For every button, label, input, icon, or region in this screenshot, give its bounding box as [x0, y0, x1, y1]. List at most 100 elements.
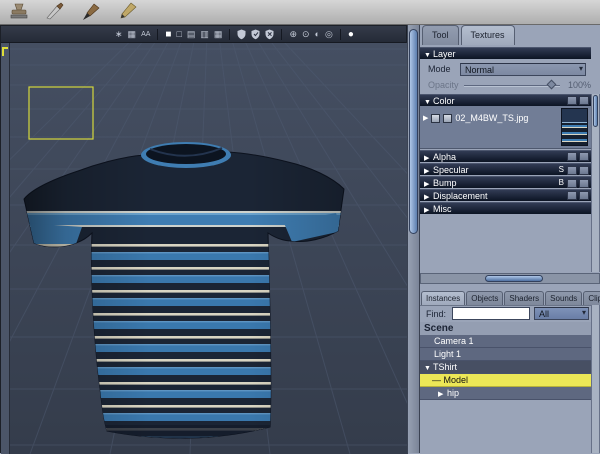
tab-instances[interactable]: Instances [421, 291, 466, 305]
asterisk-icon[interactable]: ∗ [115, 26, 123, 43]
brush-icon [83, 3, 100, 20]
tab-objects[interactable]: Objects [466, 291, 504, 305]
scene-tree-title: Scene [420, 322, 591, 335]
thumbnail-top [562, 109, 587, 124]
collapse-triangle-icon[interactable]: ▶ [424, 205, 433, 217]
selection-corner-marker [2, 47, 8, 56]
orbit-ring-icon[interactable]: ◎ [325, 26, 333, 43]
blend-mode-value: Normal [465, 65, 495, 75]
channel-load-button[interactable] [567, 152, 577, 161]
collapse-triangle-icon[interactable]: ▼ [424, 50, 433, 62]
filter-dropdown[interactable]: All ▾ [534, 307, 589, 320]
chevron-down-icon: ▾ [581, 308, 586, 317]
misc-channel-header[interactable]: ▶ Misc [420, 202, 591, 214]
tshirt-item-label: TShirt [433, 362, 458, 372]
tree-branch-icon: — [432, 375, 441, 385]
tab-shaders[interactable]: Shaders [504, 291, 545, 305]
displacement-channel-header[interactable]: ▶ Displacement [420, 189, 591, 201]
displacement-channel-title: Displacement [433, 191, 488, 201]
viewport-vertical-scrollbar[interactable] [407, 25, 420, 453]
brush-tool-button[interactable] [78, 2, 104, 22]
opacity-slider-track[interactable] [464, 85, 560, 87]
channel-options-button[interactable] [579, 178, 589, 188]
toolbar-separator [281, 28, 283, 40]
toolbar-separator [229, 28, 231, 40]
shield-icon[interactable] [237, 29, 246, 40]
alpha-channel-header[interactable]: ▶ Alpha [420, 150, 591, 162]
blend-mode-row: Mode Normal ▾ [420, 62, 600, 76]
tab-clips[interactable]: Clips [583, 291, 600, 305]
pen-tool-button[interactable] [114, 2, 140, 22]
tab-sounds[interactable]: Sounds [545, 291, 583, 305]
specular-channel-header[interactable]: ▶ Specular S [420, 163, 591, 175]
misc-channel-title: Misc [433, 204, 452, 214]
channel-load-button[interactable] [567, 165, 577, 175]
stamp-tool-button[interactable] [6, 2, 32, 22]
display-solid-icon[interactable]: ■ [165, 26, 171, 43]
texture-thumbnail[interactable] [561, 108, 588, 146]
channel-options-button[interactable] [579, 152, 589, 161]
panel-horizontal-scrollbar[interactable] [420, 273, 600, 284]
channel-options-button[interactable] [579, 96, 589, 105]
display-grid-icon[interactable]: ▦ [214, 26, 223, 43]
shield-x-icon[interactable] [265, 29, 274, 40]
color-channel-body: ▶ 02_M4BW_TS.jpg [420, 106, 591, 149]
tab-tool[interactable]: Tool [422, 25, 459, 45]
channel-load-button[interactable] [567, 191, 577, 200]
blend-mode-dropdown[interactable]: Normal ▾ [460, 63, 586, 76]
channel-options-button[interactable] [579, 191, 589, 200]
scrollbar-thumb[interactable] [485, 275, 543, 282]
orbit-dot-icon[interactable]: ⊙ [302, 26, 310, 43]
scene-item-model[interactable]: — Model [420, 374, 591, 387]
scene-item-light[interactable]: Light 1 [420, 348, 591, 361]
display-vlines-icon[interactable]: ▥ [200, 26, 209, 43]
stamp-icon [10, 3, 28, 19]
bottom-panel-tabs: Instances Objects Shaders Sounds Clips [421, 291, 600, 305]
texture-image-icon [443, 113, 453, 123]
antialias-icon[interactable]: AA [141, 26, 150, 43]
light-item-label: Light 1 [434, 349, 462, 359]
opacity-value: 100% [568, 80, 592, 90]
opacity-slider-thumb[interactable] [546, 79, 557, 90]
shield-check-icon[interactable] [251, 29, 260, 40]
color-channel-header[interactable]: ▼ Color [420, 94, 591, 106]
pen-icon [120, 2, 137, 19]
opacity-row: Opacity 100% [420, 78, 600, 92]
channel-load-button[interactable] [567, 178, 577, 188]
right-panel: Tool Textures ▼ Layer Mode Normal ▾ Opaci… [420, 25, 600, 453]
scrollbar-thumb[interactable] [593, 95, 598, 127]
light-icon[interactable]: ● [348, 26, 354, 43]
specular-badge: S [558, 165, 564, 174]
knife-icon [46, 2, 64, 20]
knife-tool-button[interactable] [42, 2, 68, 22]
model-item-label: Model [443, 375, 469, 385]
scrollbar-thumb[interactable] [409, 29, 418, 234]
toolbar-separator [339, 28, 341, 40]
scene-tree-scrollbar[interactable] [591, 305, 600, 453]
bump-channel-header[interactable]: ▶ Bump B [420, 176, 591, 188]
texture-row[interactable]: ▶ 02_M4BW_TS.jpg [423, 113, 528, 123]
grid-icon[interactable]: ▦ [128, 26, 137, 43]
viewport-toolbar: ∗ ▦ AA ■ □ ▤ ▥ ▦ ⊕ ⊙ ◐ ◎ ● [1, 26, 406, 43]
opacity-label: Opacity [428, 80, 459, 90]
channels-scrollbar[interactable] [591, 94, 600, 272]
channel-options-button[interactable] [579, 165, 589, 175]
layer-section-header[interactable]: ▼ Layer [420, 47, 591, 59]
scene-item-camera[interactable]: Camera 1 [420, 335, 591, 348]
collar-opening [146, 144, 226, 164]
orbit-half-icon[interactable]: ◐ [315, 26, 320, 43]
tab-textures[interactable]: Textures [460, 25, 515, 45]
find-input[interactable] [452, 307, 530, 320]
display-wire-icon[interactable]: □ [176, 26, 181, 43]
expand-triangle-icon[interactable]: ▶ [438, 388, 447, 401]
expand-triangle-icon[interactable]: ▶ [423, 114, 428, 122]
scene-item-tshirt[interactable]: ▼ TShirt [420, 361, 591, 374]
bump-badge: B [558, 178, 564, 187]
display-lines-icon[interactable]: ▤ [187, 26, 196, 43]
viewport-3d[interactable]: ∗ ▦ AA ■ □ ▤ ▥ ▦ ⊕ ⊙ ◐ ◎ ● [0, 25, 408, 454]
orbit-plus-icon[interactable]: ⊕ [289, 26, 297, 43]
scene-render[interactable] [10, 43, 408, 454]
scene-item-hip[interactable]: ▶ hip [420, 387, 591, 400]
color-channel-title: Color [433, 96, 455, 106]
channel-load-button[interactable] [567, 96, 577, 105]
